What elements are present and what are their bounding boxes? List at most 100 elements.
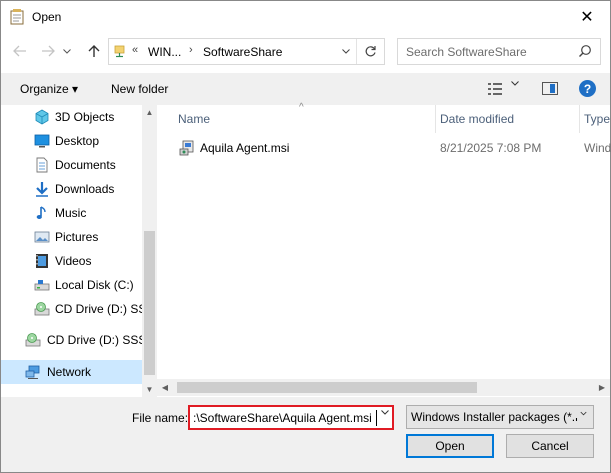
scroll-down-arrow[interactable]: ▼: [142, 382, 157, 396]
cd-drive-icon: [34, 302, 50, 316]
file-type: Wind: [584, 141, 611, 155]
column-header-name[interactable]: ^ Name: [157, 102, 434, 133]
file-name-value: :\SoftwareShare\Aquila Agent.msi: [193, 411, 372, 425]
sidebar-item-label: Local Disk (C:): [55, 278, 134, 292]
sidebar-item-label: Music: [55, 206, 87, 220]
breadcrumb-softwareshare[interactable]: SoftwareShare: [203, 45, 282, 59]
network-folder-icon: [114, 45, 125, 58]
file-type-value: Windows Installer packages (*.r: [411, 410, 580, 424]
file-name-field[interactable]: :\SoftwareShare\Aquila Agent.msi: [188, 405, 394, 430]
cd-drive-icon: [25, 333, 41, 347]
navigation-bar: « WIN... › SoftwareShare Search Software…: [1, 32, 610, 70]
music-icon: [36, 206, 46, 219]
pictures-icon: [34, 231, 50, 243]
window-title: Open: [32, 10, 62, 24]
sidebar-item-cd-drive-root[interactable]: CD Drive (D:) SSS_: [1, 328, 153, 352]
sidebar-item-label: Videos: [55, 254, 92, 268]
desktop-icon: [34, 134, 50, 148]
search-placeholder: Search SoftwareShare: [406, 45, 527, 59]
sidebar-item-cd-drive[interactable]: CD Drive (D:) SSS_: [1, 297, 157, 321]
address-bar[interactable]: « WIN... › SoftwareShare: [108, 38, 385, 65]
scroll-left-arrow[interactable]: ◀: [157, 379, 173, 396]
breadcrumb-separator: ›: [189, 44, 193, 56]
documents-icon: [36, 157, 48, 173]
list-item[interactable]: Aquila Agent.msi 8/21/2025 7:08 PM Wind: [177, 137, 611, 159]
command-bar: Organize ▾ New folder ?: [1, 73, 610, 105]
recent-locations-button[interactable]: [61, 40, 73, 62]
file-date-modified: 8/21/2025 7:08 PM: [440, 141, 542, 155]
close-icon: ✕: [580, 8, 594, 26]
up-button[interactable]: [83, 40, 105, 62]
chevron-down-icon[interactable]: [511, 81, 519, 86]
sidebar-item-label: Downloads: [55, 182, 115, 196]
organize-menu[interactable]: Organize ▾: [20, 82, 78, 96]
scrollbar-thumb[interactable]: [177, 382, 477, 393]
network-icon: [25, 365, 40, 379]
breadcrumb-win[interactable]: WIN...: [148, 45, 181, 59]
sidebar-item-label: Documents: [55, 158, 116, 172]
refresh-button[interactable]: [356, 39, 384, 64]
sidebar-item-music[interactable]: Music: [1, 201, 142, 225]
file-list: ^ Name Date modified Type Aquila Agent.m…: [157, 102, 611, 397]
title-bar: Open ✕: [1, 1, 610, 32]
column-header-type[interactable]: Type: [580, 105, 610, 133]
sidebar-item-3d-objects[interactable]: 3D Objects: [1, 105, 142, 129]
open-button[interactable]: Open: [406, 434, 494, 458]
arrow-left-icon: [13, 45, 26, 57]
sidebar-item-documents[interactable]: Documents: [1, 153, 142, 177]
search-box[interactable]: Search SoftwareShare: [397, 38, 601, 65]
sidebar-item-desktop[interactable]: Desktop: [1, 129, 142, 153]
downloads-icon: [36, 182, 48, 197]
videos-icon: [36, 254, 48, 268]
breadcrumb-overflow[interactable]: «: [132, 44, 138, 56]
arrow-up-icon: [88, 45, 100, 57]
chevron-down-icon: [63, 48, 71, 54]
sidebar-item-network[interactable]: Network: [1, 360, 142, 384]
sidebar-item-label: Network: [47, 365, 92, 379]
close-button[interactable]: ✕: [564, 1, 610, 32]
file-list-horizontal-scrollbar[interactable]: ◀ ▶: [157, 379, 610, 396]
cancel-button[interactable]: Cancel: [506, 434, 594, 458]
dialog-footer: File name: :\SoftwareShare\Aquila Agent.…: [1, 397, 610, 472]
sort-ascending-icon: ^: [299, 102, 304, 113]
back-button[interactable]: [9, 40, 31, 62]
file-name: Aquila Agent.msi: [200, 141, 290, 155]
sidebar-item-label: Desktop: [55, 134, 100, 148]
arrow-right-icon: [42, 45, 55, 57]
chevron-down-icon: [575, 410, 589, 418]
text-caret: [376, 410, 377, 426]
forward-button[interactable]: [37, 40, 59, 62]
column-header-label: Name: [178, 112, 211, 126]
notepad-icon: [10, 9, 24, 25]
search-icon: [579, 45, 591, 57]
sidebar-item-downloads[interactable]: Downloads: [1, 177, 142, 201]
chevron-down-icon: [342, 49, 350, 54]
column-header-label: Date modified: [440, 112, 515, 126]
navigation-pane: 3D Objects Desktop Documents Downloads M…: [1, 105, 157, 397]
scrollbar-thumb[interactable]: [144, 231, 155, 375]
address-history-dropdown[interactable]: [337, 39, 355, 64]
scroll-right-arrow[interactable]: ▶: [594, 379, 610, 396]
sidebar-item-local-disk[interactable]: Local Disk (C:): [1, 273, 142, 297]
chevron-down-icon[interactable]: [381, 410, 389, 415]
preview-pane-icon[interactable]: [542, 82, 558, 95]
local-disk-icon: [34, 280, 50, 291]
3d-objects-icon: [35, 109, 49, 125]
file-type-select[interactable]: Windows Installer packages (*.r: [406, 405, 594, 429]
msi-installer-icon: [179, 140, 194, 156]
open-file-dialog: Open ✕ « WIN... › SoftwareShare Search S…: [0, 0, 611, 473]
sidebar-item-videos[interactable]: Videos: [1, 249, 142, 273]
navigation-pane-scrollbar[interactable]: ▲ ▼: [142, 105, 157, 397]
details-view-icon[interactable]: [487, 82, 503, 96]
sidebar-item-label: CD Drive (D:) SSS_: [47, 333, 154, 347]
column-header-label: Type: [584, 112, 611, 126]
file-name-label: File name:: [132, 411, 189, 425]
column-header-date-modified[interactable]: Date modified: [436, 105, 579, 133]
new-folder-button[interactable]: New folder: [111, 82, 168, 96]
scroll-up-arrow[interactable]: ▲: [142, 105, 157, 119]
help-icon[interactable]: ?: [579, 80, 596, 97]
sidebar-item-label: Pictures: [55, 230, 99, 244]
refresh-icon: [365, 46, 376, 57]
sidebar-item-pictures[interactable]: Pictures: [1, 225, 142, 249]
sidebar-item-label: 3D Objects: [55, 110, 115, 124]
